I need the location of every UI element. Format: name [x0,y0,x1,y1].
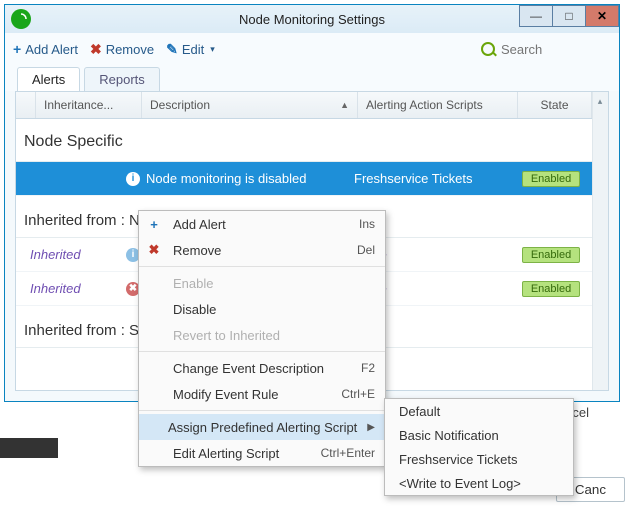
enabled-badge: Enabled [522,247,580,263]
cell-scripts: Freshservice Tickets [354,171,514,186]
section-node-specific: Node Specific [16,119,608,162]
vertical-scrollbar[interactable]: ▴ [592,92,608,390]
plus-icon: + [145,217,163,232]
cell-state: Enabled [514,247,588,263]
remove-button[interactable]: ✖ Remove [90,41,154,58]
cell-state: Enabled [514,281,588,297]
tab-bar: Alerts Reports [5,65,619,91]
minimize-icon: — [530,9,542,23]
enabled-badge: Enabled [522,171,580,187]
search-box[interactable] [481,41,611,58]
separator [139,410,385,411]
assign-script-submenu: Default Basic Notification Freshservice … [384,398,574,496]
ctx-enable: Enable [139,270,385,296]
tab-reports-label: Reports [99,72,145,87]
scroll-up-icon[interactable]: ▴ [593,94,607,108]
x-icon: ✖ [145,242,163,258]
ctx-edit-script[interactable]: Edit Alerting Script Ctrl+Enter [139,440,385,466]
chevron-down-icon: ▾ [210,44,215,55]
table-row[interactable]: i Node monitoring is disabled Freshservi… [16,162,608,196]
cell-inheritance: Inherited [16,281,122,296]
ctx-remove[interactable]: ✖ Remove Del [139,237,385,263]
toolbar: + Add Alert ✖ Remove ✎ Edit ▾ [5,33,619,65]
close-icon: ✕ [597,9,607,23]
tab-reports[interactable]: Reports [84,67,160,91]
separator [139,266,385,267]
context-menu: + Add Alert Ins ✖ Remove Del Enable Disa… [138,210,386,467]
window-title: Node Monitoring Settings [239,12,385,27]
add-alert-button[interactable]: + Add Alert [13,41,78,57]
column-state[interactable]: State [518,92,592,118]
search-icon [481,42,495,56]
tab-alerts-label: Alerts [32,72,65,87]
chevron-right-icon: ▶ [367,422,375,433]
cell-state: Enabled [514,171,588,187]
ctx-modify-rule[interactable]: Modify Event Rule Ctrl+E [139,381,385,407]
minimize-button[interactable]: — [519,5,553,27]
app-icon [11,9,31,29]
plus-icon: + [13,41,21,57]
maximize-button[interactable]: □ [552,5,586,27]
edit-button[interactable]: ✎ Edit ▾ [166,41,215,58]
info-icon: i [122,172,144,186]
titlebar: Node Monitoring Settings — □ ✕ [5,5,619,33]
separator [139,351,385,352]
tab-alerts[interactable]: Alerts [17,67,80,91]
column-description[interactable]: Description ▲ [142,92,358,118]
column-gutter [16,92,36,118]
close-button[interactable]: ✕ [585,5,619,27]
submenu-default[interactable]: Default [385,399,573,423]
grid-header: Inheritance... Description ▲ Alerting Ac… [16,92,608,119]
background-strip [0,438,58,458]
enabled-badge: Enabled [522,281,580,297]
ctx-revert: Revert to Inherited [139,322,385,348]
submenu-basic-notification[interactable]: Basic Notification [385,423,573,447]
ctx-add-alert[interactable]: + Add Alert Ins [139,211,385,237]
ctx-change-description[interactable]: Change Event Description F2 [139,355,385,381]
maximize-icon: □ [565,9,572,23]
column-inheritance[interactable]: Inheritance... [36,92,142,118]
submenu-write-event-log[interactable]: <Write to Event Log> [385,471,573,495]
x-icon: ✖ [90,41,102,58]
edit-label: Edit [182,42,204,57]
sort-asc-icon: ▲ [340,100,349,110]
search-input[interactable] [499,41,589,58]
pencil-icon: ✎ [166,41,178,58]
cell-inheritance: Inherited [16,247,122,262]
ctx-disable[interactable]: Disable [139,296,385,322]
column-scripts[interactable]: Alerting Action Scripts [358,92,518,118]
ctx-assign-script[interactable]: Assign Predefined Alerting Script ▶ [139,414,385,440]
add-alert-label: Add Alert [25,42,78,57]
remove-label: Remove [106,42,154,57]
submenu-freshservice[interactable]: Freshservice Tickets [385,447,573,471]
cell-description: Node monitoring is disabled [144,171,354,186]
